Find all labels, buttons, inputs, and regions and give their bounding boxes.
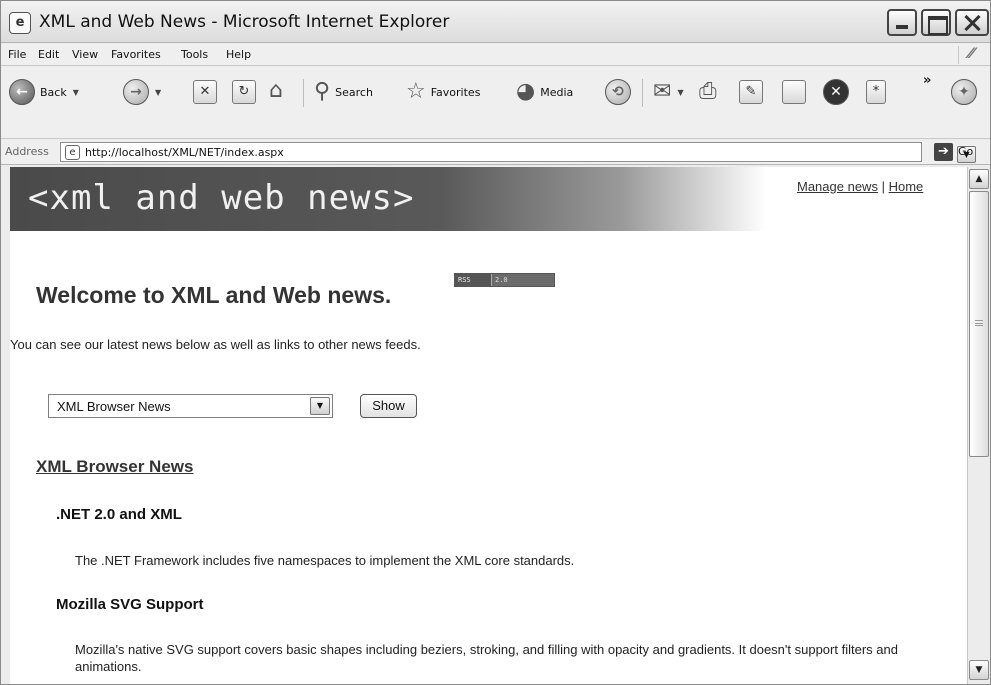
page-content: <xml and web news> Manage news | Home We… <box>10 167 967 684</box>
show-button[interactable]: Show <box>360 394 417 418</box>
menu-bar: File Edit View Favorites Tools Help ⁄⁄ <box>1 44 990 66</box>
menu-favorites[interactable]: Favorites <box>111 48 161 61</box>
stop-button[interactable]: ✕ <box>193 80 217 104</box>
menu-tools[interactable]: Tools <box>181 48 208 61</box>
browser-window: e XML and Web News - Microsoft Internet … <box>0 0 991 685</box>
scroll-down-icon[interactable]: ▼ <box>969 660 989 680</box>
scrollbar-grip-icon <box>975 320 983 326</box>
mail-icon: ✉ <box>653 79 672 104</box>
window-title: XML and Web News - Microsoft Internet Ex… <box>39 12 450 32</box>
address-input[interactable]: e http://localhost/XML/NET/index.aspx ▼ <box>60 142 976 163</box>
toolbar-separator <box>642 79 643 107</box>
discuss-icon <box>782 80 806 104</box>
title-bar: e XML and Web News - Microsoft Internet … <box>1 1 990 43</box>
scroll-up-icon[interactable]: ▲ <box>969 169 989 189</box>
site-banner: <xml and web news> Manage news | Home <box>10 167 967 231</box>
go-button[interactable]: Go <box>958 145 973 158</box>
news-item-title: Mozilla SVG Support <box>56 596 204 613</box>
search-label: Search <box>335 85 373 99</box>
link-separator: | <box>881 179 885 194</box>
vertical-scrollbar[interactable]: ▲ ▼ <box>967 167 990 684</box>
block-button[interactable]: ✕ <box>823 79 849 105</box>
refresh-icon: ↻ <box>232 80 256 104</box>
scrollbar-thumb[interactable] <box>969 191 989 457</box>
maximize-button[interactable] <box>921 9 951 36</box>
menu-view[interactable]: View <box>72 48 98 61</box>
menu-edit[interactable]: Edit <box>38 48 59 61</box>
go-arrow-icon[interactable]: ➔ <box>934 143 953 161</box>
feed-select-value: XML Browser News <box>57 399 171 414</box>
ie-page-icon: e <box>9 12 31 34</box>
intro-text: You can see our latest news below as wel… <box>10 337 421 352</box>
news-item-title: .NET 2.0 and XML <box>56 506 182 523</box>
menu-help[interactable]: Help <box>226 48 251 61</box>
menu-file[interactable]: File <box>8 48 26 61</box>
refresh-button[interactable]: ↻ <box>232 80 256 104</box>
mail-dropdown-icon[interactable]: ▼ <box>677 88 683 97</box>
feed-title-link[interactable]: XML Browser News <box>36 457 193 477</box>
close-circle-icon: ✕ <box>823 79 849 105</box>
search-button[interactable]: ⚲ Search <box>314 79 373 105</box>
back-label: Back <box>40 85 67 99</box>
minimize-button[interactable] <box>887 9 917 36</box>
toolbar-overflow-chevron-icon[interactable]: » <box>923 73 931 88</box>
home-link[interactable]: Home <box>889 179 924 194</box>
page-title: Welcome to XML and Web news. <box>36 282 392 308</box>
back-arrow-icon: ← <box>9 79 35 105</box>
page-icon: e <box>65 145 80 160</box>
toolbar-separator <box>303 79 304 107</box>
forward-dropdown-icon[interactable]: ▼ <box>155 88 161 97</box>
feed-select[interactable]: XML Browser News ▼ <box>48 394 333 418</box>
pdf-button[interactable]: ✦ <box>951 79 977 105</box>
address-url[interactable]: http://localhost/XML/NET/index.aspx <box>85 146 284 159</box>
favorites-star-icon: ☆ <box>406 79 426 104</box>
edit-button[interactable]: ✎ <box>739 80 763 104</box>
address-label: Address <box>5 145 49 158</box>
banner-links: Manage news | Home <box>797 179 923 194</box>
edit-icon: ✎ <box>739 80 763 104</box>
windows-logo-icon: ⁄⁄ <box>958 46 984 64</box>
news-item-description: Mozilla's native SVG support covers basi… <box>75 642 898 674</box>
back-dropdown-icon[interactable]: ▼ <box>73 88 79 97</box>
history-button[interactable]: ⟲ <box>605 79 631 105</box>
print-icon: ⎙ <box>699 79 717 104</box>
search-icon: ⚲ <box>314 79 331 104</box>
media-label: Media <box>540 85 574 99</box>
back-button[interactable]: ← Back ▼ <box>9 79 79 105</box>
close-button[interactable] <box>955 9 989 36</box>
forward-button[interactable]: → ▼ <box>123 79 161 105</box>
mail-button[interactable]: ✉ ▼ <box>653 79 684 105</box>
home-icon: ⌂ <box>269 78 283 103</box>
rss-badge[interactable]: RSS 2.0 <box>454 273 555 287</box>
favorites-button[interactable]: ☆ Favorites <box>406 79 480 105</box>
site-logo: <xml and web news> <box>28 178 415 218</box>
device-icon: * <box>866 80 886 104</box>
forward-arrow-icon: → <box>123 79 149 105</box>
media-icon: ◕ <box>516 79 536 104</box>
chevron-down-icon[interactable]: ▼ <box>310 397 330 415</box>
stop-icon: ✕ <box>193 80 217 104</box>
home-button[interactable]: ⌂ <box>269 78 283 104</box>
media-button[interactable]: ◕ Media <box>516 79 573 105</box>
favorites-label: Favorites <box>430 85 481 99</box>
news-item-description: The .NET Framework includes five namespa… <box>75 553 575 568</box>
rss-badge-version: 2.0 <box>492 274 554 286</box>
address-bar: Address e http://localhost/XML/NET/index… <box>1 140 990 165</box>
acrobat-icon: ✦ <box>951 79 977 105</box>
toolbar: ← Back ▼ → ▼ ✕ ↻ ⌂ ⚲ Search ☆ Favorites … <box>1 67 990 139</box>
rss-badge-label: RSS <box>455 274 492 286</box>
print-button[interactable]: ⎙ <box>699 79 717 105</box>
manage-news-link[interactable]: Manage news <box>797 179 878 194</box>
history-icon: ⟲ <box>605 79 631 105</box>
messenger-button[interactable]: * <box>866 80 886 104</box>
discuss-button[interactable] <box>782 80 806 104</box>
